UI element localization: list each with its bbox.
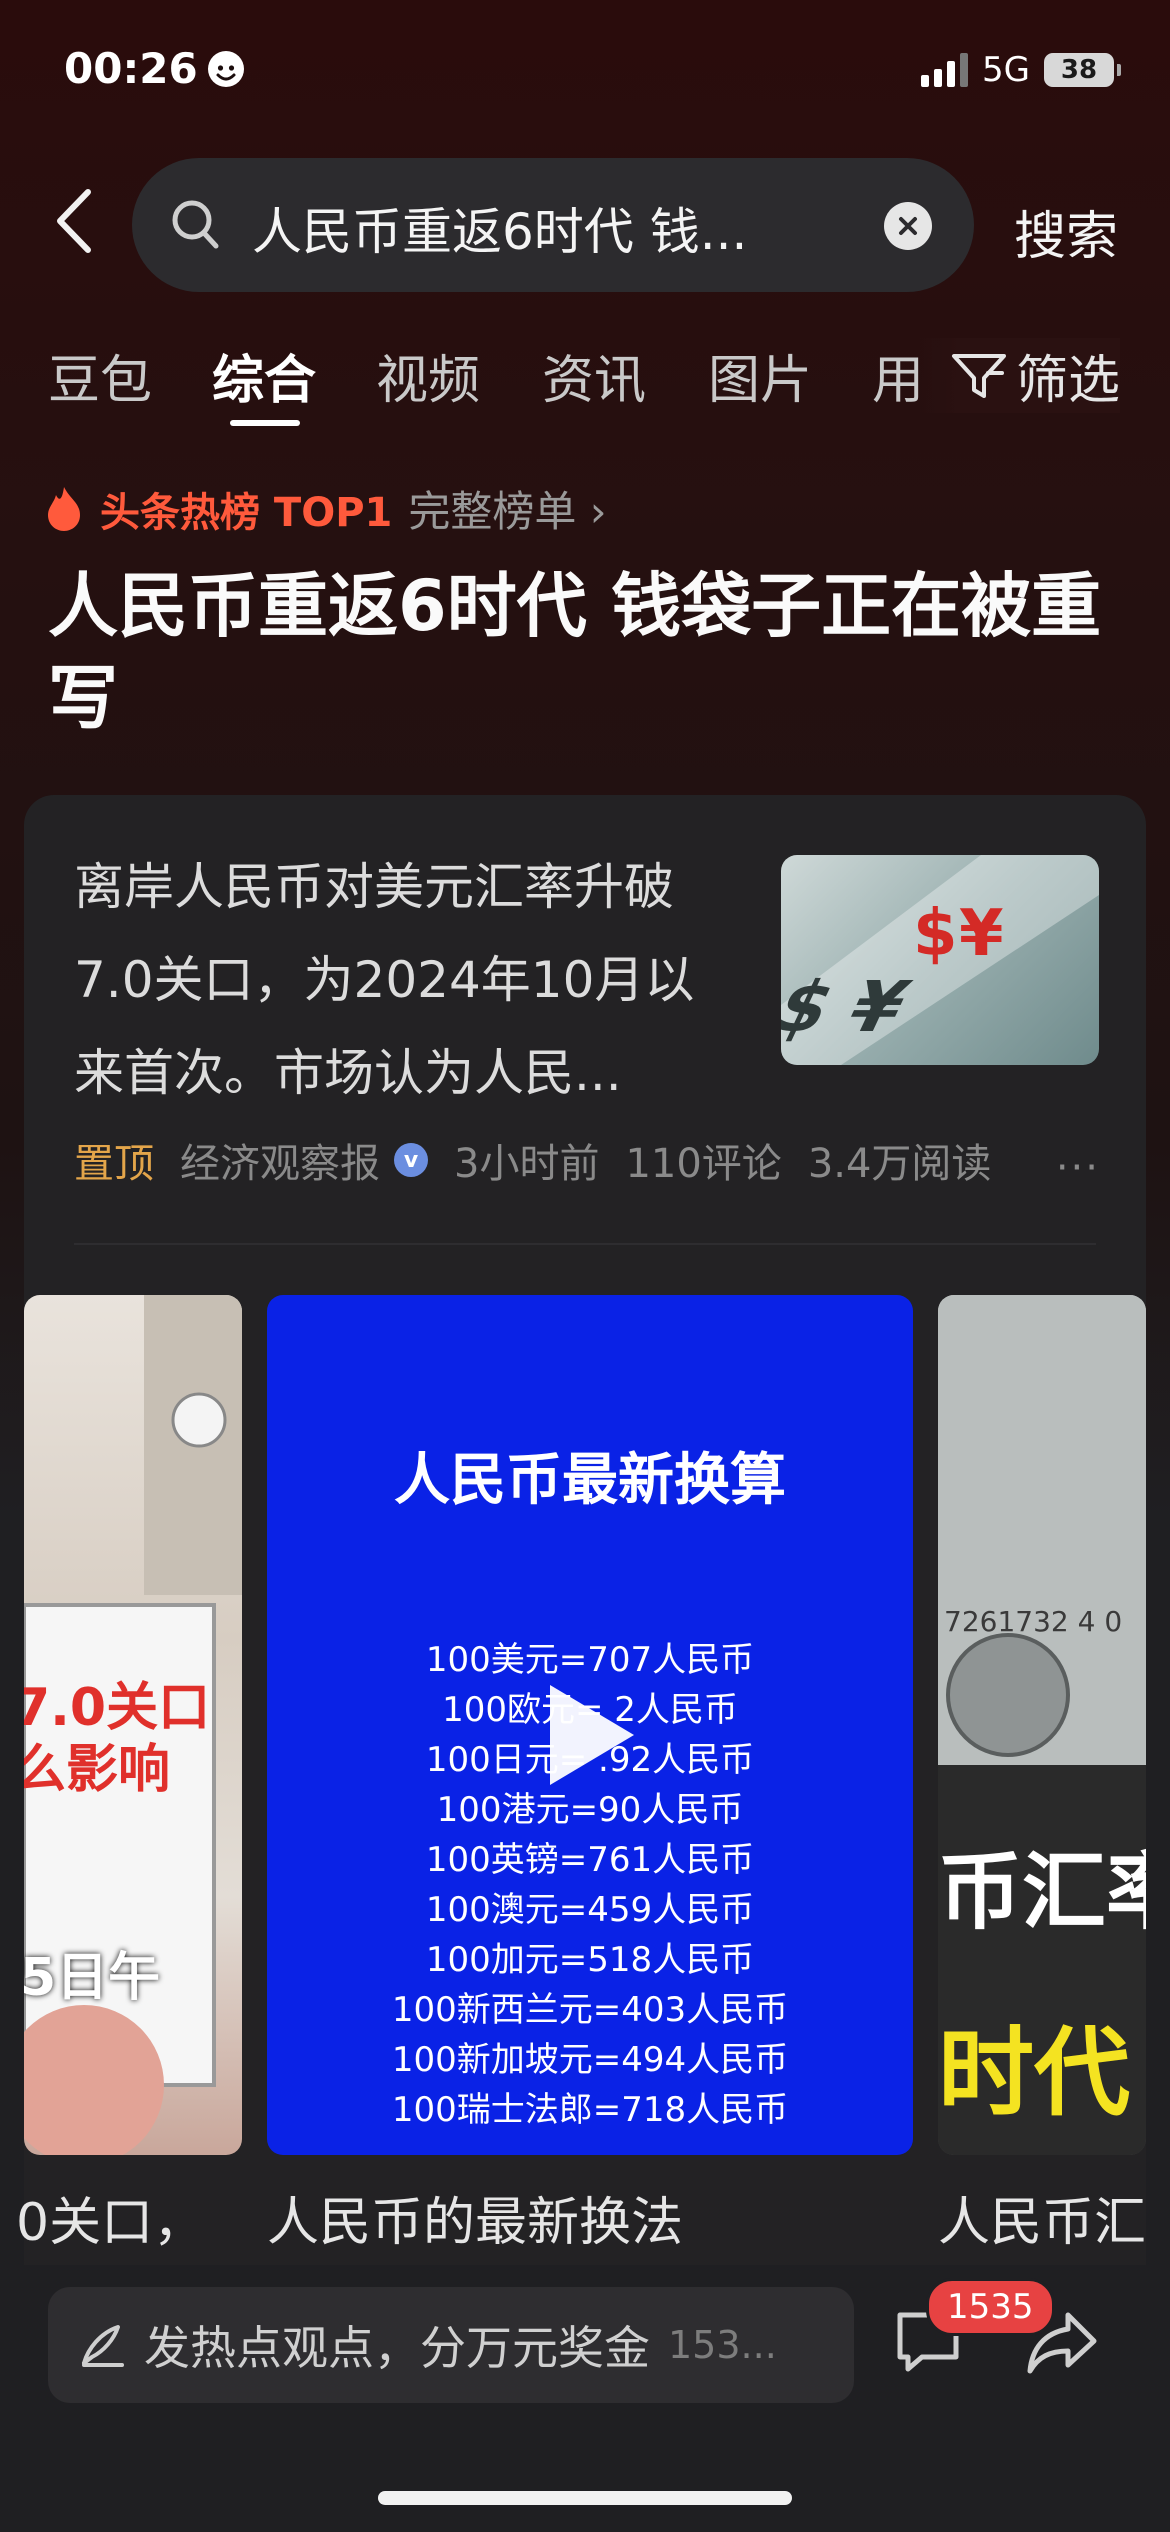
exchange-rate-line: 100美元=707人民币: [425, 1640, 755, 1680]
filter-button[interactable]: 筛选: [919, 338, 1120, 413]
exchange-rate-line: 100瑞士法郎=718人民币: [391, 2090, 789, 2130]
video-left-caption[interactable]: 0关口，: [16, 2180, 205, 2255]
video-left-overlay-3: 5日午: [24, 1948, 161, 2008]
video-center-caption[interactable]: 人民币的最新换法: [267, 2180, 683, 2255]
result-tabs: 豆包 综合 视频 资讯 图片 用 筛选: [0, 338, 1170, 428]
active-tab-indicator: [230, 420, 300, 426]
search-results-page: 00:26 5G 38 人民币重返6时代 钱... 搜索 豆包 综合 视频 资讯…: [0, 0, 1170, 2532]
pen-icon: [82, 2325, 124, 2367]
topic-headline[interactable]: 人民币重返6时代 钱袋子正在被重写: [48, 560, 1108, 744]
svg-text:$: $: [913, 897, 958, 971]
exchange-rate-line: 100新加坡元=494人民币: [391, 2040, 789, 2080]
video-center-title: 人民币最新换算: [394, 1448, 786, 1513]
article-comments: 110评论: [625, 1141, 782, 1187]
video-card-right[interactable]: 7261732 4 0 币汇率 时代: [938, 1295, 1146, 2155]
back-button[interactable]: [44, 186, 104, 256]
exchange-rate-line: 100港元=90人民币: [436, 1790, 744, 1830]
search-submit-button[interactable]: 搜索: [1014, 194, 1118, 269]
more-options-button[interactable]: ···: [1056, 1145, 1100, 1191]
share-button[interactable]: [1024, 2307, 1100, 2383]
divider: [74, 1243, 1096, 1245]
article-meta: 置顶 经济观察报 v 3小时前 110评论 3.4万阅读: [74, 1131, 991, 1189]
svg-text:$ ¥: $ ¥: [781, 967, 920, 1048]
tab-images[interactable]: 图片: [708, 338, 812, 413]
result-card: 离岸人民币对美元汇率升破7.0关口，为2024年10月以来首次。市场认为人民..…: [16, 795, 1146, 2295]
pinned-label: 置顶: [74, 1141, 154, 1187]
hot-topic-row: 头条热榜 TOP1 完整榜单 ›: [44, 478, 607, 539]
verified-icon: v: [394, 1143, 428, 1177]
video-card-center[interactable]: 人民币最新换算 100美元=707人民币 100欧元= 2人民币 100日元= …: [267, 1295, 913, 2155]
bottom-bar: 发热点观点，分万元奖金 153... 1535: [0, 2265, 1170, 2532]
search-icon: [172, 200, 219, 249]
video-card-left[interactable]: 7.0关口 么影响 5日午: [24, 1295, 242, 2155]
search-query[interactable]: 人民币重返6时代 钱...: [252, 192, 872, 264]
flame-icon: [48, 486, 80, 531]
article-reads: 3.4万阅读: [807, 1141, 992, 1187]
article-summary[interactable]: 离岸人民币对美元汇率升破7.0关口，为2024年10月以来首次。市场认为人民..…: [74, 841, 734, 1120]
video-right-caption[interactable]: 人民币汇: [938, 2180, 1146, 2255]
signal-icon: [921, 53, 969, 87]
close-icon: [899, 217, 917, 235]
currency-symbols-image: $ ¥ $ ¥: [781, 855, 1099, 1065]
article-source[interactable]: 经济观察报: [180, 1131, 380, 1189]
comment-input[interactable]: 发热点观点，分万元奖金 153...: [48, 2287, 854, 2403]
status-time: 00:26: [64, 44, 198, 93]
tab-users[interactable]: 用: [872, 338, 924, 413]
search-input[interactable]: 人民币重返6时代 钱...: [132, 158, 974, 292]
share-icon: [1027, 2312, 1097, 2374]
hot-rank-label: 头条热榜 TOP1: [100, 489, 393, 536]
tab-news[interactable]: 资讯: [542, 338, 646, 413]
video-right-overlay-1: 币汇率: [938, 1843, 1146, 1941]
play-icon[interactable]: [550, 1685, 634, 1785]
full-list-link[interactable]: 完整榜单 ›: [408, 478, 606, 539]
back-arrow-icon: [57, 189, 91, 253]
tab-doubao[interactable]: 豆包: [48, 338, 152, 413]
search-row: 人民币重返6时代 钱... 搜索: [0, 158, 1170, 292]
video-right-overlay-2: 时代: [938, 2017, 1130, 2129]
exchange-rate-line: 100加元=518人民币: [425, 1940, 755, 1980]
network-label: 5G: [982, 50, 1030, 90]
article-thumbnail[interactable]: $ ¥ $ ¥: [781, 855, 1099, 1065]
status-bar: 00:26 5G 38: [0, 0, 1170, 140]
comment-placeholder: 发热点观点，分万元奖金: [144, 2321, 650, 2375]
video-right-serial: 7261732 4 0: [944, 1605, 1123, 1638]
smiley-icon: [207, 50, 244, 87]
status-indicators: 5G 38: [921, 50, 1121, 90]
clear-search-button[interactable]: [884, 202, 932, 250]
video-left-overlay-2: 么影响: [24, 1740, 171, 1800]
status-time-group: 00:26: [64, 44, 244, 93]
tab-video[interactable]: 视频: [376, 338, 480, 413]
svg-text:¥: ¥: [959, 897, 1004, 971]
exchange-rate-line: 100英镑=761人民币: [425, 1840, 755, 1880]
tab-general[interactable]: 综合: [212, 338, 316, 413]
filter-icon: [951, 353, 1006, 398]
article-time: 3小时前: [454, 1141, 600, 1187]
comment-count-inline: 153...: [668, 2323, 777, 2367]
home-indicator: [378, 2491, 792, 2505]
battery-icon: 38: [1044, 53, 1121, 87]
exchange-rate-line: 100澳元=459人民币: [425, 1890, 755, 1930]
exchange-rate-line: 100新西兰元=403人民币: [391, 1990, 789, 2030]
filter-label: 筛选: [1015, 351, 1120, 411]
